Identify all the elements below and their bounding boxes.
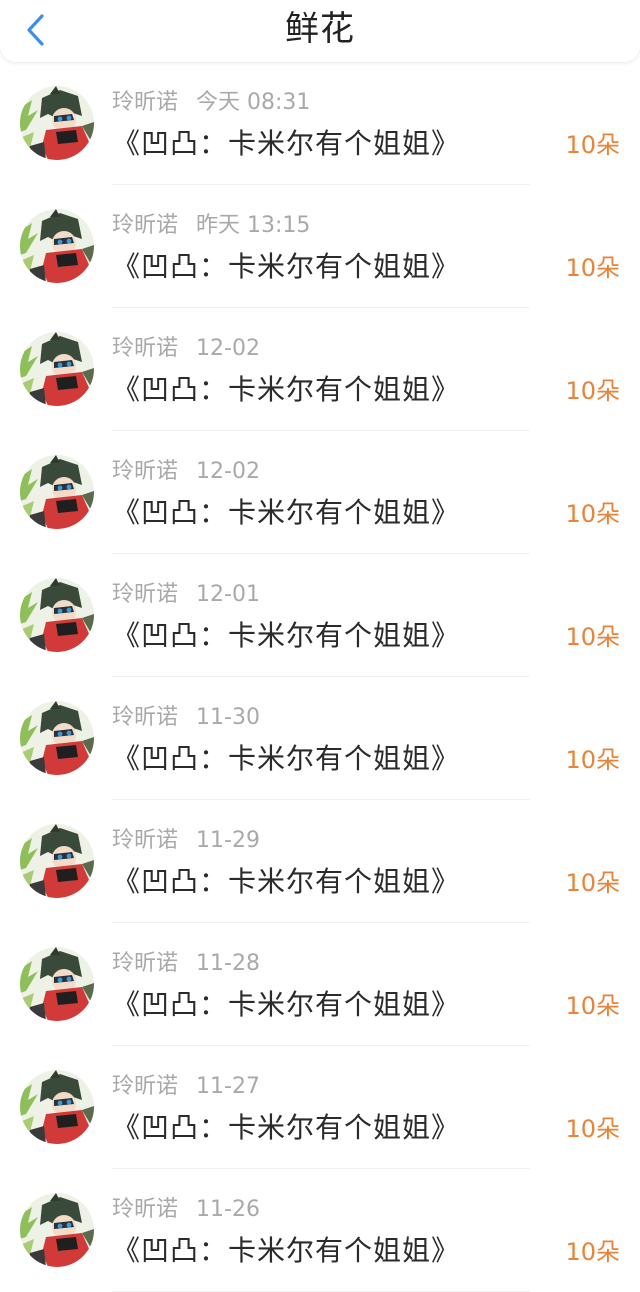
flower-count: 10朵 xyxy=(565,1115,620,1143)
avatar[interactable] xyxy=(20,1193,94,1267)
flower-count: 10朵 xyxy=(565,131,620,159)
sender-name: 玲昕诺 xyxy=(112,1074,179,1099)
nav-bar: 鲜花 xyxy=(0,0,640,62)
avatar[interactable] xyxy=(20,824,94,898)
record-time: 12-01 xyxy=(196,582,260,607)
avatar-image xyxy=(20,1193,94,1267)
list-item[interactable]: 玲昕诺 11-26 《凹凸：卡米尔有个姐姐》 10朵 xyxy=(0,1169,640,1292)
flower-count: 10朵 xyxy=(565,1238,620,1266)
book-title: 《凹凸：卡米尔有个姐姐》 xyxy=(112,496,461,529)
flower-count: 10朵 xyxy=(565,377,620,405)
record-time: 12-02 xyxy=(196,459,260,484)
record-time: 昨天 13:15 xyxy=(196,213,311,238)
record-meta: 玲昕诺 11-28 xyxy=(112,949,260,979)
avatar-image xyxy=(20,1070,94,1144)
record-meta: 玲昕诺 12-02 xyxy=(112,334,260,364)
flower-count: 10朵 xyxy=(565,623,620,651)
list-item[interactable]: 玲昕诺 12-01 《凹凸：卡米尔有个姐姐》 10朵 xyxy=(0,554,640,677)
record-time: 11-29 xyxy=(196,828,260,853)
avatar-image xyxy=(20,209,94,283)
flower-count: 10朵 xyxy=(565,992,620,1020)
record-meta: 玲昕诺 11-29 xyxy=(112,826,260,856)
sender-name: 玲昕诺 xyxy=(112,90,179,115)
list-item[interactable]: 玲昕诺 今天 08:31 《凹凸：卡米尔有个姐姐》 10朵 xyxy=(0,62,640,185)
list-item[interactable]: 玲昕诺 11-30 《凹凸：卡米尔有个姐姐》 10朵 xyxy=(0,677,640,800)
book-title: 《凹凸：卡米尔有个姐姐》 xyxy=(112,373,461,406)
sender-name: 玲昕诺 xyxy=(112,951,179,976)
record-meta: 玲昕诺 11-27 xyxy=(112,1072,260,1102)
record-meta: 玲昕诺 昨天 13:15 xyxy=(112,211,310,241)
avatar-image xyxy=(20,86,94,160)
record-meta: 玲昕诺 11-30 xyxy=(112,703,260,733)
record-meta: 玲昕诺 12-02 xyxy=(112,457,260,487)
avatar[interactable] xyxy=(20,455,94,529)
record-time: 11-28 xyxy=(196,951,260,976)
avatar[interactable] xyxy=(20,578,94,652)
list-item[interactable]: 玲昕诺 11-27 《凹凸：卡米尔有个姐姐》 10朵 xyxy=(0,1046,640,1169)
avatar-image xyxy=(20,455,94,529)
book-title: 《凹凸：卡米尔有个姐姐》 xyxy=(112,1111,461,1144)
list-item[interactable]: 玲昕诺 12-02 《凹凸：卡米尔有个姐姐》 10朵 xyxy=(0,308,640,431)
avatar[interactable] xyxy=(20,332,94,406)
avatar-image xyxy=(20,701,94,775)
flower-count: 10朵 xyxy=(565,500,620,528)
book-title: 《凹凸：卡米尔有个姐姐》 xyxy=(112,250,461,283)
flower-record-list: 玲昕诺 今天 08:31 《凹凸：卡米尔有个姐姐》 10朵 玲昕诺 昨天 13:… xyxy=(0,62,640,1292)
record-time: 12-02 xyxy=(196,336,260,361)
record-time: 11-30 xyxy=(196,705,260,730)
page-title: 鲜花 xyxy=(285,9,355,49)
avatar[interactable] xyxy=(20,1070,94,1144)
avatar[interactable] xyxy=(20,86,94,160)
sender-name: 玲昕诺 xyxy=(112,336,179,361)
avatar-image xyxy=(20,578,94,652)
record-time: 11-26 xyxy=(196,1197,260,1222)
avatar[interactable] xyxy=(20,947,94,1021)
book-title: 《凹凸：卡米尔有个姐姐》 xyxy=(112,865,461,898)
sender-name: 玲昕诺 xyxy=(112,582,179,607)
avatar-image xyxy=(20,824,94,898)
record-time: 11-27 xyxy=(196,1074,260,1099)
list-item[interactable]: 玲昕诺 11-29 《凹凸：卡米尔有个姐姐》 10朵 xyxy=(0,800,640,923)
record-meta: 玲昕诺 11-26 xyxy=(112,1195,260,1225)
avatar-image xyxy=(20,947,94,1021)
avatar[interactable] xyxy=(20,209,94,283)
record-time: 今天 08:31 xyxy=(196,90,311,115)
book-title: 《凹凸：卡米尔有个姐姐》 xyxy=(112,742,461,775)
list-item[interactable]: 玲昕诺 12-02 《凹凸：卡米尔有个姐姐》 10朵 xyxy=(0,431,640,554)
flower-count: 10朵 xyxy=(565,254,620,282)
record-meta: 玲昕诺 12-01 xyxy=(112,580,260,610)
sender-name: 玲昕诺 xyxy=(112,828,179,853)
sender-name: 玲昕诺 xyxy=(112,705,179,730)
book-title: 《凹凸：卡米尔有个姐姐》 xyxy=(112,988,461,1021)
book-title: 《凹凸：卡米尔有个姐姐》 xyxy=(112,1234,461,1267)
sender-name: 玲昕诺 xyxy=(112,1197,179,1222)
list-item[interactable]: 玲昕诺 11-28 《凹凸：卡米尔有个姐姐》 10朵 xyxy=(0,923,640,1046)
sender-name: 玲昕诺 xyxy=(112,459,179,484)
book-title: 《凹凸：卡米尔有个姐姐》 xyxy=(112,127,461,160)
flower-count: 10朵 xyxy=(565,869,620,897)
sender-name: 玲昕诺 xyxy=(112,213,179,238)
flower-count: 10朵 xyxy=(565,746,620,774)
record-meta: 玲昕诺 今天 08:31 xyxy=(112,88,310,118)
avatar[interactable] xyxy=(20,701,94,775)
list-item[interactable]: 玲昕诺 昨天 13:15 《凹凸：卡米尔有个姐姐》 10朵 xyxy=(0,185,640,308)
book-title: 《凹凸：卡米尔有个姐姐》 xyxy=(112,619,461,652)
avatar-image xyxy=(20,332,94,406)
